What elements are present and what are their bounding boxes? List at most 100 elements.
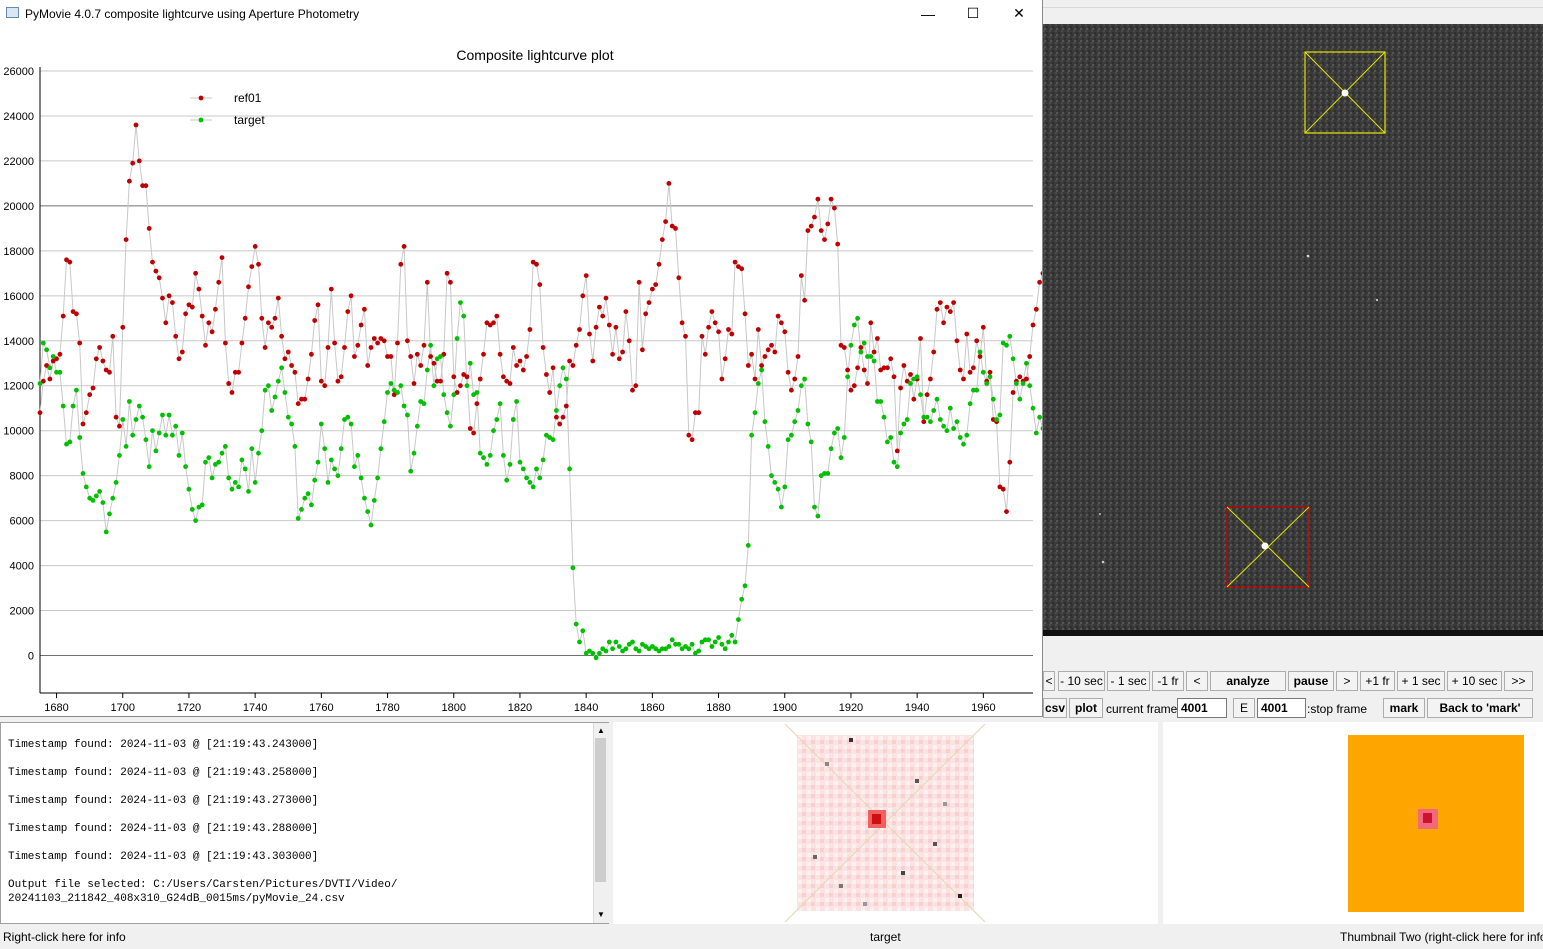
data-point-target (534, 466, 539, 472)
scroll-up-icon[interactable]: ▲ (597, 726, 605, 735)
window-titlebar[interactable]: PyMovie 4.0.7 composite lightcurve using… (0, 0, 1042, 27)
data-point-target (166, 412, 172, 418)
data-point-ref01 (957, 367, 963, 373)
data-point-ref01 (987, 369, 993, 375)
data-point-ref01 (216, 279, 222, 285)
data-point-ref01 (755, 327, 761, 332)
data-point-target (362, 495, 367, 501)
data-point-target (835, 426, 841, 431)
data-point-ref01 (792, 376, 798, 382)
prev-button[interactable]: < (1186, 671, 1208, 691)
minus-1-frame-button[interactable]: -1 fr (1152, 671, 1184, 691)
data-point-ref01 (199, 313, 205, 319)
data-point-ref01 (967, 369, 973, 375)
e-button[interactable]: E (1233, 698, 1255, 718)
stop-frame-input[interactable]: 4001 (1257, 698, 1306, 718)
y-tick-label: 8000 (10, 471, 34, 483)
data-point-ref01 (405, 338, 410, 344)
close-icon[interactable]: ✕ (996, 0, 1042, 27)
csv-button[interactable]: csv (1043, 698, 1067, 718)
data-point-ref01 (679, 320, 685, 326)
back-glyph-button[interactable]: < (1043, 671, 1055, 691)
log-panel[interactable]: Timestamp found: 2024-11-03 @ [21:19:43.… (0, 722, 609, 924)
plus-1-sec-button[interactable]: + 1 sec (1397, 671, 1445, 691)
data-point-ref01 (252, 244, 258, 249)
status-middle[interactable]: target (870, 930, 901, 944)
end-button[interactable]: >> (1504, 671, 1533, 691)
data-point-ref01 (828, 196, 834, 202)
data-point-ref01 (477, 376, 483, 382)
log-line: Timestamp found: 2024-11-03 @ [21:19:43.… (8, 795, 319, 807)
data-point-target (47, 365, 53, 371)
data-point-ref01 (851, 383, 857, 389)
data-point-ref01 (1037, 279, 1042, 285)
analyze-button[interactable]: analyze (1210, 671, 1286, 691)
data-point-ref01 (57, 351, 63, 357)
plus-10-sec-button[interactable]: + 10 sec (1447, 671, 1502, 691)
data-point-target (365, 509, 371, 514)
minus-10-sec-button[interactable]: - 10 sec (1058, 671, 1105, 691)
next-button[interactable]: > (1336, 671, 1358, 691)
data-point-ref01 (223, 340, 228, 346)
data-point-ref01 (471, 430, 476, 436)
status-left[interactable]: Right-click here for info (3, 930, 126, 944)
scroll-down-icon[interactable]: ▼ (597, 910, 605, 919)
data-point-target (325, 480, 331, 485)
back-to-mark-button[interactable]: Back to 'mark' (1427, 698, 1533, 718)
data-point-target (928, 419, 933, 425)
data-point-ref01 (951, 300, 956, 305)
data-point-target (931, 408, 937, 413)
data-point-target (570, 565, 576, 571)
maximize-icon[interactable]: ☐ (950, 0, 996, 27)
plot-button[interactable]: plot (1069, 698, 1103, 718)
data-point-ref01 (841, 345, 847, 350)
data-point-ref01 (812, 214, 817, 220)
data-point-ref01 (87, 392, 93, 398)
data-point-target (749, 432, 754, 438)
data-point-target (179, 430, 185, 436)
data-point-target (295, 516, 301, 521)
data-point-target (160, 412, 165, 418)
data-point-ref01 (554, 414, 559, 420)
data-point-ref01 (388, 354, 394, 359)
data-point-ref01 (183, 311, 189, 317)
data-point-target (477, 450, 483, 456)
data-point-ref01 (785, 369, 791, 375)
plus-1-frame-button[interactable]: +1 fr (1360, 671, 1395, 691)
data-point-ref01 (560, 414, 566, 420)
data-point-target (405, 412, 410, 418)
minus-1-sec-button[interactable]: - 1 sec (1107, 671, 1150, 691)
mark-button[interactable]: mark (1383, 698, 1425, 718)
data-point-target (606, 639, 612, 645)
y-tick-label: 22000 (3, 156, 34, 168)
data-point-target (944, 428, 950, 434)
current-frame-input[interactable]: 4001 (1177, 698, 1227, 718)
data-point-target (630, 639, 635, 645)
data-point-target (428, 342, 433, 348)
data-point-target (557, 383, 563, 389)
data-point-ref01 (507, 381, 513, 386)
data-point-target (984, 381, 990, 386)
data-point-target (1004, 342, 1009, 348)
thumbnail-one-panel[interactable] (613, 722, 1158, 924)
data-point-ref01 (133, 122, 139, 128)
data-point-ref01 (603, 295, 609, 301)
status-right[interactable]: Thumbnail Two (right-click here for info… (1340, 930, 1543, 944)
data-point-ref01 (348, 293, 354, 299)
data-point-target (130, 432, 136, 438)
data-point-target (226, 475, 232, 481)
data-point-target (924, 414, 930, 420)
minimize-icon[interactable]: — (905, 0, 951, 27)
data-point-ref01 (249, 264, 255, 269)
pause-button[interactable]: pause (1288, 671, 1334, 691)
data-point-target (530, 484, 536, 490)
lightcurve-window[interactable]: PyMovie 4.0.7 composite lightcurve using… (0, 0, 1043, 717)
video-frame[interactable] (1043, 24, 1543, 636)
lightcurve-chart[interactable]: Composite lightcurve plot 0 2000 4000 6000 80… (0, 27, 1042, 716)
data-point-target (722, 646, 728, 652)
data-point-ref01 (444, 270, 450, 276)
data-point-ref01 (656, 261, 662, 267)
data-point-target (567, 466, 572, 472)
log-scroll-thumb[interactable] (595, 738, 606, 882)
data-point-ref01 (358, 322, 364, 328)
